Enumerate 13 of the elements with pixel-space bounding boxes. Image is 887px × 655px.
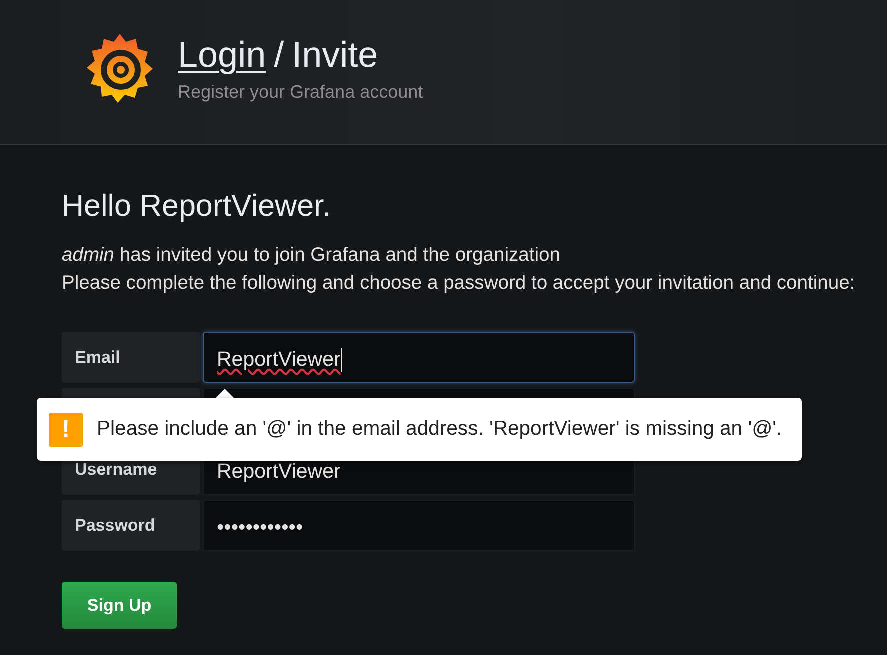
- page-subtitle: Register your Grafana account: [178, 82, 424, 102]
- field-label: Password: [62, 500, 200, 551]
- title-separator: /: [274, 34, 284, 76]
- tooltip-message: Please include an '@' in the email address. 'ReportViewer' is missing an '@'.: [97, 418, 782, 441]
- greeting: Hello ReportViewer.: [62, 189, 332, 224]
- input-field[interactable]: ReportViewer: [203, 332, 635, 383]
- field-label: Email: [62, 332, 200, 383]
- invitation-text: admin has invited you to join Grafana and the organization Please complete the following and choose a password to accept your invitation and continue:: [62, 244, 856, 296]
- warning-icon: !: [49, 412, 83, 446]
- page-title: Invite: [292, 34, 378, 76]
- sign-up-button[interactable]: Sign Up: [62, 582, 177, 629]
- login-link[interactable]: Login: [178, 34, 266, 76]
- input-field[interactable]: ••••••••••••: [203, 500, 635, 551]
